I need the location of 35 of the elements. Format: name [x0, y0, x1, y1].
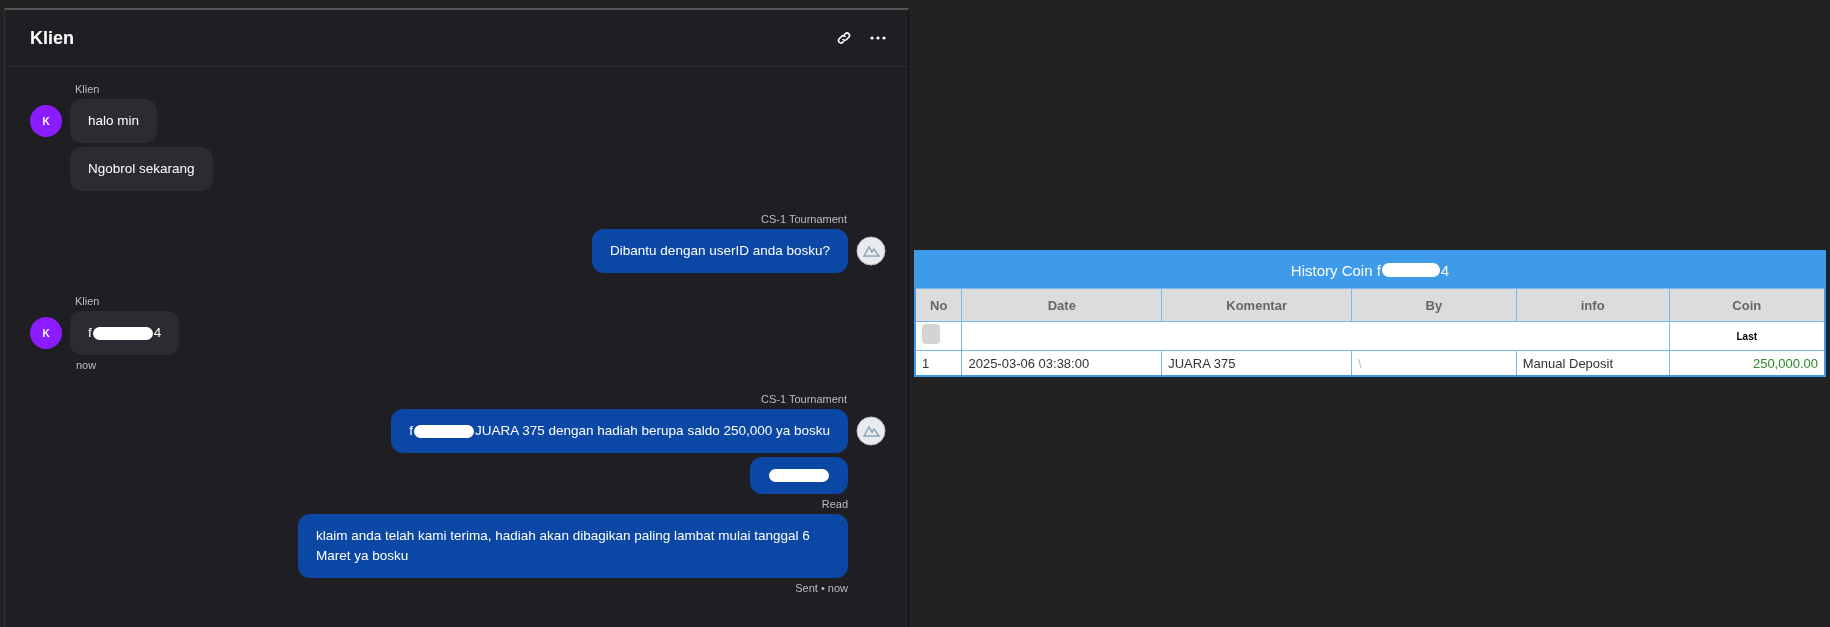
message-text: f: [409, 422, 413, 440]
table-title: History Coin f: [1290, 261, 1381, 279]
scroll-thumb[interactable]: [922, 324, 940, 344]
message-text: klaim anda telah kami terima, hadiah akan dibagikan paling lambat mulai tanggal 6 Maret ya bosku: [316, 527, 811, 565]
redaction-mark: [413, 424, 474, 438]
avatar-icon: [856, 416, 886, 446]
table-title: 4: [1440, 261, 1450, 279]
sender-name: Klien: [75, 83, 101, 95]
message-text: Ngobrol sekarang: [88, 160, 195, 178]
message-text: JUARA 375 dengan hadiah berupa saldo 250,000 ya bosku: [474, 422, 830, 440]
redaction-mark: [1381, 263, 1440, 277]
redaction-mark: [769, 469, 829, 482]
read-status: Read: [821, 498, 848, 510]
column-header: By: [1351, 288, 1517, 322]
avatar: K: [30, 105, 62, 137]
timestamp: Sent • now: [795, 582, 848, 594]
column-header: info: [1516, 288, 1670, 322]
redaction-mark: [92, 326, 153, 340]
avatar-icon: [856, 236, 886, 266]
column-header: Coin: [1669, 288, 1825, 322]
link-icon[interactable]: [836, 30, 852, 46]
message-text: halo min: [88, 112, 140, 130]
message-text: f: [88, 324, 92, 342]
avatar: K: [30, 317, 62, 349]
more-icon[interactable]: [870, 36, 886, 40]
message-text: Dibantu dengan userID anda bosku?: [610, 242, 830, 260]
message-text: 4: [153, 324, 162, 342]
timestamp: now: [76, 359, 98, 371]
sender-name: CS-1 Tournament: [761, 213, 847, 225]
column-header: No: [915, 288, 962, 322]
sender-name: CS-1 Tournament: [761, 393, 847, 405]
chat-title: Klien: [30, 27, 75, 49]
column-header: Komentar: [1161, 288, 1352, 322]
sender-name: Klien: [75, 295, 101, 307]
column-header: Date: [961, 288, 1162, 322]
